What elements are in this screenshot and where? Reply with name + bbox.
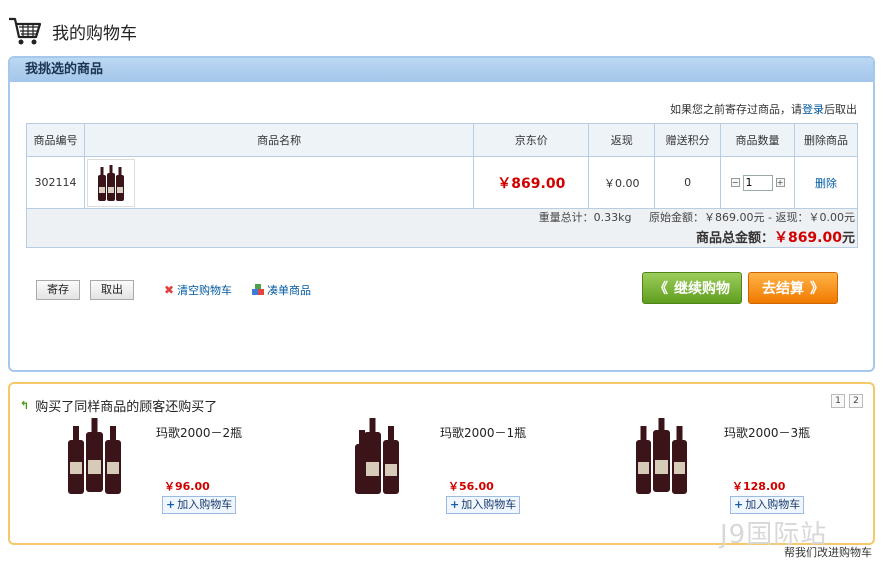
list-item: 玛歌2000－2瓶 ￥96.00 + 加入购物车 [66, 418, 326, 538]
delete-link[interactable]: 删除 [815, 177, 837, 190]
login-hint-text: 如果您之前寄存过商品，请 [670, 103, 802, 116]
recommend-product-name[interactable]: 玛歌2000－3瓶 [724, 424, 810, 441]
recommend-product-price: ￥128.00 [732, 480, 786, 493]
product-id: 302114 [26, 156, 85, 209]
recommendation-title-text: 购买了同样商品的顾客还购买了 [35, 400, 218, 415]
page-title: 我的购物车 [52, 23, 137, 44]
add-to-cart-button[interactable]: + 加入购物车 [162, 496, 237, 514]
product-image[interactable] [634, 418, 694, 498]
pager-page-2[interactable]: 2 [849, 394, 863, 408]
summary-cell: 重量总计：0.33kg 原始金额：￥869.00元 - 返现：￥0.00元 商品… [26, 208, 858, 248]
checkout-label: 去结算 [762, 281, 804, 297]
recommend-product-price: ￥96.00 [164, 480, 210, 493]
continue-shopping-label: 继续购物 [674, 281, 730, 297]
col-header-name: 商品名称 [83, 123, 475, 157]
double-chevron-right-icon: 》 [810, 281, 824, 297]
add-to-cart-button[interactable]: + 加入购物车 [446, 496, 521, 514]
minus-sign: - [768, 211, 772, 224]
col-header-points: 赠送积分 [654, 123, 722, 157]
total-value: ￥869.00 [773, 230, 842, 246]
pager-page-1[interactable]: 1 [831, 394, 845, 408]
product-name-cell [83, 156, 475, 209]
cart-panel-title: 我挑选的商品 [10, 58, 873, 82]
recommend-product-name[interactable]: 玛歌2000－2瓶 [156, 424, 242, 441]
summary-details: 重量总计：0.33kg 原始金额：￥869.00元 - 返现：￥0.00元 [27, 209, 855, 225]
close-icon: ✖ [164, 283, 175, 297]
total-unit: 元 [841, 231, 855, 246]
plus-icon: + [734, 498, 744, 511]
clear-cart-label: 清空购物车 [177, 284, 233, 297]
product-cashback: ￥0.00 [588, 156, 656, 209]
login-hint-text-after: 后取出 [824, 103, 857, 116]
product-price: ￥869.00 [473, 156, 590, 209]
table-row: 302114 ￥869.00 ￥0.00 0 − 1 + 删除 [26, 156, 858, 209]
continue-shopping-button[interactable]: 《 继续购物 [642, 272, 742, 304]
qty-increase-button[interactable]: + [775, 178, 785, 187]
cart-actions: 寄存 取出 ✖ 清空购物车 凑单商品 [36, 280, 311, 300]
cart-table: 商品编号 商品名称 京东价 返现 赠送积分 商品数量 删除商品 302114 ￥… [26, 123, 858, 248]
cart-table-header: 商品编号 商品名称 京东价 返现 赠送积分 商品数量 删除商品 [26, 123, 858, 157]
plus-icon: + [450, 498, 460, 511]
login-hint: 如果您之前寄存过商品，请登录后取出 [670, 101, 857, 117]
qty-input[interactable] [742, 174, 773, 191]
col-header-qty: 商品数量 [720, 123, 796, 157]
recommend-product-price: ￥56.00 [448, 480, 494, 493]
total-weight: 重量总计：0.33kg [538, 211, 632, 224]
clear-cart-link[interactable]: ✖ 清空购物车 [164, 282, 232, 298]
list-item: 玛歌2000－1瓶 ￥56.00 + 加入购物车 [350, 418, 610, 538]
addon-items-link[interactable]: 凑单商品 [252, 282, 311, 298]
arrow-icon: ↰ [20, 399, 30, 412]
boxes-icon [252, 284, 265, 295]
page-header: 我的购物车 [8, 14, 137, 48]
double-chevron-left-icon: 《 [654, 281, 668, 297]
col-header-delete: 删除商品 [794, 123, 858, 157]
improve-cart-link[interactable]: 帮我们改进购物车 [784, 544, 872, 560]
pager: 1 2 [831, 394, 863, 408]
product-price-value: ￥869.00 [497, 175, 566, 192]
total-label: 商品总金额： [695, 231, 774, 246]
login-link[interactable]: 登录 [802, 103, 824, 116]
col-header-price: 京东价 [473, 123, 590, 157]
add-to-cart-button[interactable]: + 加入购物车 [730, 496, 805, 514]
recommend-product-name[interactable]: 玛歌2000－1瓶 [440, 424, 526, 441]
recommendation-title: ↰ 购买了同样商品的顾客还购买了 [20, 396, 217, 415]
summary-row: 重量总计：0.33kg 原始金额：￥869.00元 - 返现：￥0.00元 商品… [26, 208, 858, 248]
wine-bottles-icon [97, 164, 124, 201]
qty-decrease-button[interactable]: − [730, 178, 740, 187]
plus-icon: + [166, 498, 176, 511]
checkout-button[interactable]: 去结算 》 [748, 272, 838, 304]
product-qty-cell: − + [720, 156, 796, 209]
product-image[interactable] [66, 418, 126, 498]
total-amount: 商品总金额：￥869.00元 [27, 227, 855, 247]
addon-items-label: 凑单商品 [267, 284, 312, 297]
original-amount: 原始金额：￥869.00元 [649, 211, 765, 224]
add-to-cart-label: 加入购物车 [461, 498, 517, 511]
product-image[interactable] [350, 418, 410, 498]
quantity-stepper: − + [730, 174, 785, 191]
cart-icon [9, 17, 42, 45]
cashback-amount: 返现：￥0.00元 [775, 211, 856, 224]
store-button[interactable]: 寄存 [36, 280, 80, 300]
add-to-cart-label: 加入购物车 [745, 498, 801, 511]
product-thumbnail[interactable] [86, 158, 135, 207]
col-header-cashback: 返现 [588, 123, 656, 157]
add-to-cart-label: 加入购物车 [177, 498, 233, 511]
product-points: 0 [654, 156, 722, 209]
col-header-id: 商品编号 [26, 123, 85, 157]
product-delete-cell: 删除 [794, 156, 858, 209]
cart-panel: 我挑选的商品 如果您之前寄存过商品，请登录后取出 商品编号 商品名称 京东价 返… [8, 56, 875, 372]
retrieve-button[interactable]: 取出 [90, 280, 134, 300]
